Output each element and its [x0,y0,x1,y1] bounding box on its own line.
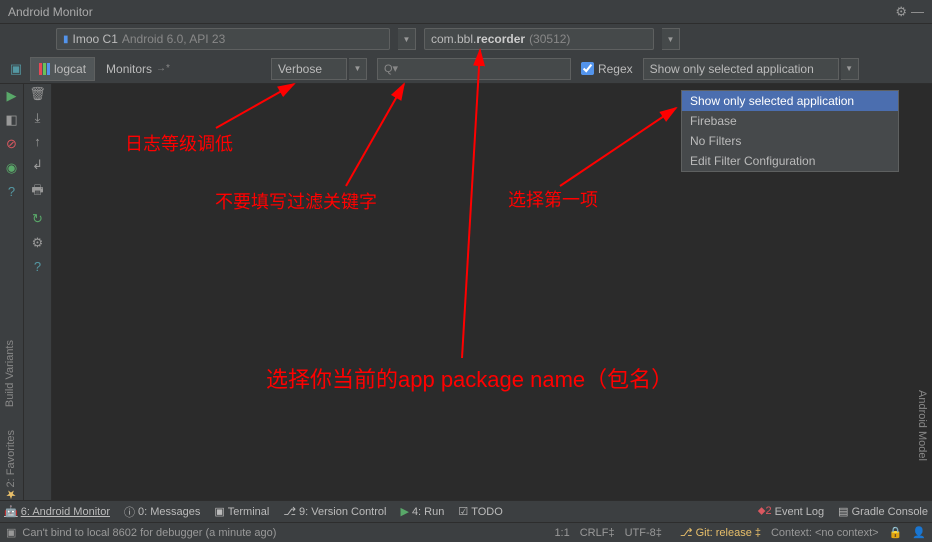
globe-icon[interactable]: ◉ [6,160,17,176]
process-dropdown[interactable]: com.bbl.recorder (30512) [424,28,654,50]
regex-checkbox[interactable]: Regex [581,62,633,76]
trash-icon[interactable]: 🗑 [29,86,46,102]
android-icon: 🤖 [4,505,18,518]
vcs-icon: ⎇ [283,505,296,518]
search-icon: Q▾ [384,62,398,75]
gear-icon[interactable]: ⚙ [895,4,907,20]
filter-option-selected-app[interactable]: Show only selected application [682,91,898,111]
gradle-icon: ▤ [838,505,848,518]
side-tab-android-model[interactable]: Android Model [916,390,928,461]
hide-icon[interactable]: — [911,4,924,20]
tab-run[interactable]: ▶4: Run [400,505,444,518]
layout-icon[interactable]: ◧ [5,112,17,128]
search-input[interactable]: Q▾ [377,58,571,80]
logcat-toolbar: ▣ logcat Monitors →* Verbose ▼ Q▾ Regex … [0,54,932,84]
tab-todo[interactable]: ☑TODO [458,505,502,518]
help-icon[interactable]: ? [8,184,15,199]
inner-left-gutter: 🗑 ⤓ ↑ ↲ 🖶 ↻ ⚙ ? [24,84,52,516]
bottom-tabs: 🤖6: Android Monitor ⓘ0: Messages ▣Termin… [0,500,932,522]
status-context[interactable]: Context: <no context> [771,527,879,539]
process-dropdown-arrow[interactable]: ▼ [662,28,680,50]
soft-wrap-icon[interactable]: ↲ [32,157,43,173]
filter-dropdown[interactable]: Show only selected application [643,58,839,80]
status-pos[interactable]: 1:1 [554,527,569,539]
run-icon[interactable]: ▶ [7,88,17,104]
status-window-icon[interactable]: ▣ [6,526,16,539]
phone-icon: ▮ [63,34,69,45]
panel-title: Android Monitor [8,5,93,19]
panel-title-bar: Android Monitor ⚙ — [0,0,932,24]
process-pid: (30512) [529,32,570,46]
filter-option-edit[interactable]: Edit Filter Configuration [682,151,898,171]
side-tab-build-variants[interactable]: Build Variants [4,340,16,407]
logcat-icon [39,63,50,75]
status-bar: ▣ Can't bind to local 8602 for debugger … [0,522,932,542]
device-os: Android 6.0, API 23 [122,32,225,46]
tab-terminal[interactable]: ▣Terminal [214,505,269,518]
regex-checkbox-input[interactable] [581,62,594,75]
filter-option-no-filters[interactable]: No Filters [682,131,898,151]
play-icon: ▶ [400,505,408,518]
filter-option-firebase[interactable]: Firebase [682,111,898,131]
restart-icon[interactable]: ↻ [32,211,43,227]
device-dropdown[interactable]: ▮ Imoo C1 Android 6.0, API 23 [56,28,390,50]
filter-dropdown-menu: Show only selected application Firebase … [681,90,899,172]
filter-dropdown-arrow[interactable]: ▼ [841,58,859,80]
status-message: Can't bind to local 8602 for debugger (a… [22,527,276,539]
status-encoding[interactable]: UTF-8‡ [625,527,662,539]
device-name: Imoo C1 [73,32,118,46]
log-level-dropdown[interactable]: Verbose [271,58,347,80]
event-icon: ⬥2 [758,505,772,518]
up-icon[interactable]: ↑ [34,134,41,149]
tab-gradle-console[interactable]: ▤Gradle Console [838,505,928,518]
scroll-end-icon[interactable]: ⤓ [35,110,41,126]
settings-icon[interactable]: ⚙ [32,235,44,251]
todo-icon: ☑ [458,505,468,518]
status-lock-icon[interactable]: 🔒 [889,526,903,539]
tab-messages[interactable]: ⓘ0: Messages [124,504,200,520]
status-lineend[interactable]: CRLF‡ [580,527,615,539]
side-tab-favorites[interactable]: ★2: Favorites [4,430,18,501]
print-icon[interactable]: 🖶 [31,181,43,203]
help2-icon[interactable]: ? [34,259,41,274]
branch-icon: ⎇ [680,526,693,539]
camera-icon[interactable]: ▣ [4,57,28,81]
messages-icon: ⓘ [124,504,135,520]
log-level-arrow[interactable]: ▼ [349,58,367,80]
tab-monitors[interactable]: Monitors →* [97,57,179,81]
tab-vcs[interactable]: ⎇9: Version Control [283,505,386,518]
restore-icon: →* [156,63,170,74]
stop-icon[interactable]: ⊘ [6,136,17,152]
tab-logcat[interactable]: logcat [30,57,95,81]
terminal-icon: ▣ [214,505,224,518]
process-pkg-prefix: com.bbl. [431,32,476,46]
status-man-icon[interactable]: 👤 [912,526,926,539]
device-process-row: ▮ Imoo C1 Android 6.0, API 23 ▼ com.bbl.… [0,24,932,54]
tab-android-monitor[interactable]: 🤖6: Android Monitor [4,505,110,518]
tab-event-log[interactable]: ⬥2Event Log [758,505,824,518]
status-git[interactable]: ⎇Git: release‡ [680,526,761,539]
device-dropdown-arrow[interactable]: ▼ [398,28,416,50]
process-pkg-name: recorder [476,32,525,46]
